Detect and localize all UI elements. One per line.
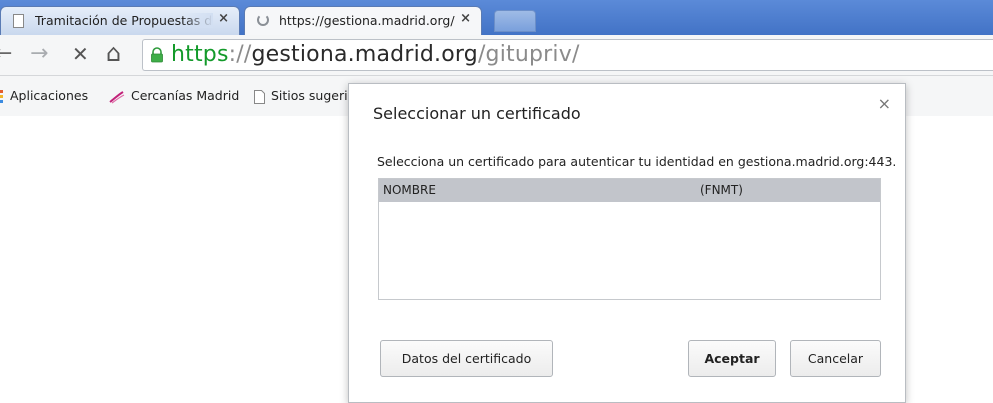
tab-title: Tramitación de Propuestas d	[35, 13, 213, 28]
stop-icon[interactable]: ✕	[72, 42, 89, 66]
certificate-row[interactable]: NOMBRE (FNMT)	[379, 179, 880, 202]
certificate-issuer: (FNMT)	[700, 183, 743, 197]
back-icon[interactable]: ←	[0, 41, 12, 66]
new-tab-button[interactable]	[494, 10, 536, 32]
certificate-list[interactable]: NOMBRE (FNMT)	[378, 178, 881, 300]
close-tab-icon[interactable]: ×	[218, 11, 229, 26]
apps-grid-icon	[0, 89, 3, 103]
address-bar[interactable]: https://gestiona.madrid.org/gitupriv/	[142, 39, 993, 71]
certificate-details-button[interactable]: Datos del certificado	[380, 340, 553, 377]
bookmark-sitios[interactable]: Sitios sugeri	[254, 88, 348, 104]
document-icon	[254, 89, 265, 104]
url-host: gestiona.madrid.org	[251, 42, 478, 67]
tab-title: https://gestiona.madrid.org/	[279, 13, 455, 28]
tab-gestiona[interactable]: https://gestiona.madrid.org/ ×	[244, 6, 482, 35]
bookmark-label: Cercanías Madrid	[131, 88, 240, 103]
loading-spinner-icon	[257, 14, 269, 26]
browser-toolbar: ← → ✕ ⌂ https://gestiona.madrid.org/gitu…	[0, 35, 993, 76]
certificate-name: NOMBRE	[383, 183, 436, 197]
certificate-dialog: Seleccionar un certificado × Selecciona …	[348, 83, 906, 403]
dialog-title: Seleccionar un certificado	[373, 104, 581, 123]
tab-tramitacion[interactable]: Tramitación de Propuestas d ×	[0, 6, 240, 35]
close-icon[interactable]: ×	[878, 94, 891, 113]
url-path: /gitupriv/	[477, 42, 580, 67]
cercanias-logo-icon	[109, 90, 125, 103]
home-icon[interactable]: ⌂	[106, 39, 121, 67]
url-text: https://gestiona.madrid.org/gitupriv/	[171, 42, 580, 67]
bookmark-label: Aplicaciones	[10, 88, 89, 103]
accept-button[interactable]: Aceptar	[688, 340, 776, 377]
url-scheme: https	[171, 42, 229, 67]
lock-icon	[151, 47, 163, 63]
dialog-message: Selecciona un certificado para autentica…	[377, 154, 897, 169]
tab-strip: Tramitación de Propuestas d × https://ge…	[0, 0, 993, 35]
forward-icon[interactable]: →	[30, 41, 48, 66]
url-separator: ://	[228, 42, 252, 67]
close-tab-icon[interactable]: ×	[460, 11, 471, 26]
document-icon	[13, 14, 24, 28]
bookmark-label: Sitios sugeri	[271, 88, 348, 103]
cancel-button[interactable]: Cancelar	[790, 340, 881, 377]
bookmark-apps[interactable]: Aplicaciones	[0, 88, 88, 104]
bookmark-cercanias[interactable]: Cercanías Madrid	[109, 88, 239, 104]
